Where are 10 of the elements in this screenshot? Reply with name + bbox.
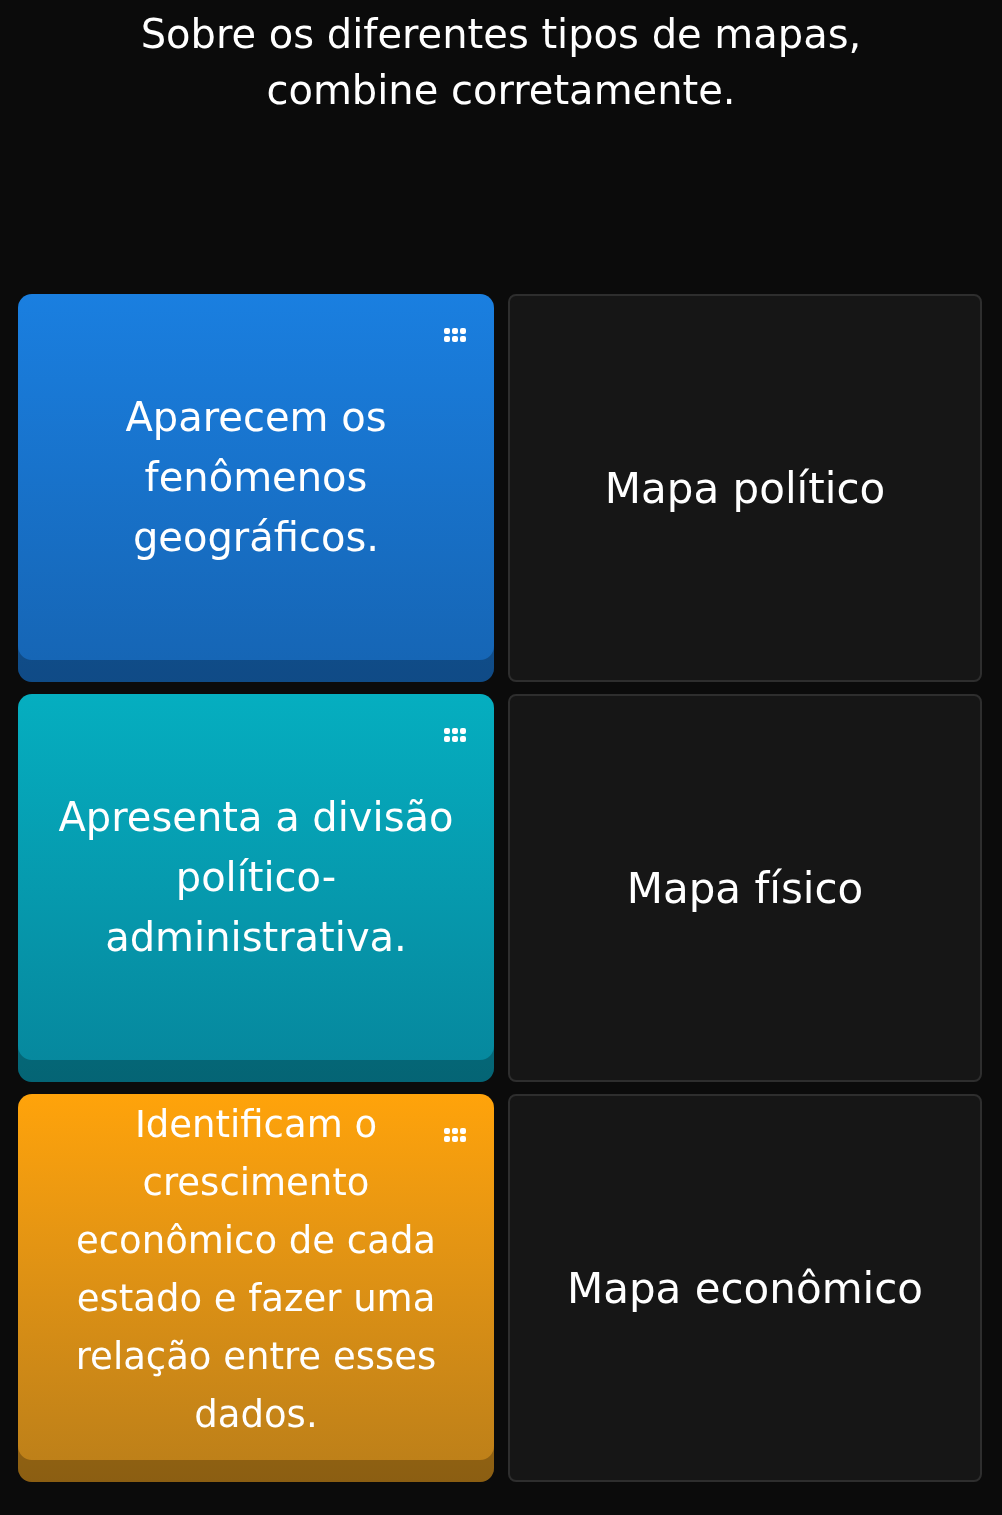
drag-handle-icon[interactable] (444, 328, 466, 342)
question-text: Sobre os diferentes tipos de mapas, combine corretamente. (139, 10, 863, 115)
answer-slot: Mapa físico (508, 694, 982, 1082)
draggable-card[interactable]: Identificam o crescimento econômico de cada estado e fazer uma relação entre esses dados. (18, 1094, 494, 1482)
drag-handle-icon[interactable] (444, 1128, 466, 1142)
draggable-card[interactable]: Aparecem os fenômenos geográficos. (18, 294, 494, 682)
drag-handle-icon[interactable] (444, 728, 466, 742)
draggable-card[interactable]: Apresenta a divisão político-administrativa. (18, 694, 494, 1082)
answer-slot: Mapa econômico (508, 1094, 982, 1482)
answer-slot: Mapa político (508, 294, 982, 682)
